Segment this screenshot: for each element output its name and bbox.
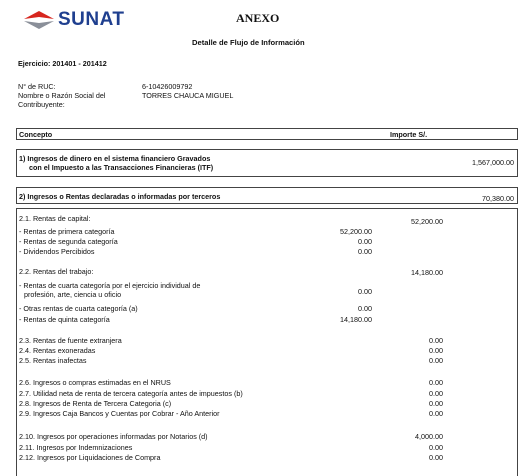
ruc-label: N° de RUC: (18, 82, 56, 91)
row-2-2-2-label: - Otras rentas de cuarta categoría (a) (19, 304, 138, 313)
section-1-amount: 1,567,000.00 (472, 158, 514, 167)
row-2-1-3-label: - Dividendos Percibidos (19, 247, 95, 256)
section-2-amount: 70,380.00 (482, 194, 514, 203)
nombre-label: Nombre o Razón Social del (18, 91, 106, 100)
page-title: ANEXO (236, 11, 280, 25)
row-2-4-label: 2.4. Rentas exoneradas (19, 346, 96, 355)
row-2-2-1-label-cont: profesión, arte, ciencia u oficio (24, 290, 122, 299)
page-subtitle: Detalle de Flujo de Información (192, 38, 305, 47)
row-2-9-amount: 0.00 (429, 409, 443, 418)
row-2-1-2-label: - Rentas de segunda categoría (19, 237, 118, 246)
header-concepto: Concepto (19, 130, 53, 139)
ejercicio: Ejercicio: 201401 - 201412 (18, 59, 107, 68)
row-2-12-label: 2.12. Ingresos por Liquidaciones de Comp… (19, 453, 161, 462)
row-2-2-1-amount: 0.00 (358, 287, 372, 296)
row-2-1-label: 2.1. Rentas de capital: (19, 214, 91, 223)
row-2-1-amount: 52,200.00 (411, 217, 443, 226)
row-2-2-label: 2.2. Rentas del trabajo: (19, 267, 94, 276)
row-2-2-1-label: - Rentas de cuarta categoría por el ejer… (19, 281, 201, 290)
row-2-5-label: 2.5. Rentas inafectas (19, 356, 87, 365)
ruc-value: 6-10426009792 (142, 82, 193, 91)
row-2-1-1-amount: 52,200.00 (340, 227, 372, 236)
section-2-title: 2) Ingresos o Rentas declaradas o inform… (19, 192, 221, 201)
section-1-line1: 1) Ingresos de dinero en el sistema fina… (19, 154, 211, 163)
sunat-logo-icon (24, 11, 54, 29)
row-2-8-label: 2.8. Ingresos de Renta de Tercera Catego… (19, 399, 172, 408)
row-2-7-amount: 0.00 (429, 389, 443, 398)
row-2-1-2-amount: 0.00 (358, 237, 372, 246)
row-2-11-amount: 0.00 (429, 443, 443, 452)
row-2-9-label: 2.9. Ingresos Caja Bancos y Cuentas por … (19, 409, 220, 418)
section-1-line2: con el Impuesto a las Transacciones Fina… (29, 163, 214, 172)
table-header (16, 128, 518, 140)
row-2-3-amount: 0.00 (429, 336, 443, 345)
row-2-2-3-label: - Rentas de quinta categoría (19, 315, 110, 324)
row-2-2-amount: 14,180.00 (411, 268, 443, 277)
header-importe: Importe S/. (390, 130, 428, 139)
row-2-5-amount: 0.00 (429, 356, 443, 365)
row-2-3-label: 2.3. Rentas de fuente extranjera (19, 336, 122, 345)
row-2-12-amount: 0.00 (429, 453, 443, 462)
row-2-1-1-label: - Rentas de primera categoría (19, 227, 115, 236)
row-2-2-3-amount: 14,180.00 (340, 315, 372, 324)
row-2-1-3-amount: 0.00 (358, 247, 372, 256)
row-2-11-label: 2.11. Ingresos por Indemnizaciones (19, 443, 133, 452)
nombre-value: TORRES CHAUCA MIGUEL (142, 91, 234, 100)
nombre-label-cont: Contribuyente: (18, 100, 65, 109)
row-2-4-amount: 0.00 (429, 346, 443, 355)
row-2-10-label: 2.10. Ingresos por operaciones informada… (19, 432, 208, 441)
row-2-6-label: 2.6. Ingresos o compras estimadas en el … (19, 378, 171, 387)
row-2-8-amount: 0.00 (429, 399, 443, 408)
row-2-2-2-amount: 0.00 (358, 304, 372, 313)
row-2-7-label: 2.7. Utilidad neta de renta de tercera c… (19, 389, 243, 398)
logo-text: SUNAT (58, 9, 125, 30)
row-2-10-amount: 4,000.00 (415, 432, 443, 441)
row-2-6-amount: 0.00 (429, 378, 443, 387)
